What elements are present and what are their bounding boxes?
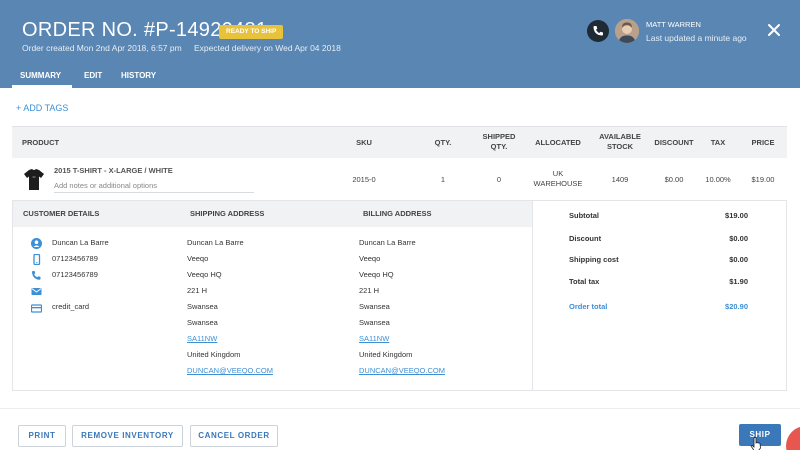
billing-country: United Kingdom [359, 350, 413, 359]
product-allocated: UK WAREHOUSE [530, 169, 586, 189]
customer-mobile: 07123456789 [52, 254, 98, 263]
shipping-address-line1: Veeqo HQ [187, 270, 222, 279]
customer-details-heading: CUSTOMER DETAILS [23, 209, 100, 218]
phone-icon [31, 268, 42, 280]
cancel-order-button[interactable]: CANCEL ORDER [190, 425, 278, 447]
product-name[interactable]: 2015 T-SHIRT - X-LARGE / WHITE [54, 166, 173, 176]
product-shipped-qty: 0 [496, 175, 502, 184]
column-header-qty: QTY. [434, 138, 452, 147]
order-header: ORDER NO. #P-14920481 READY TO SHIP Orde… [0, 0, 800, 88]
customer-payment-method: credit_card [52, 302, 90, 311]
shipping-region: Swansea [187, 318, 218, 327]
shipping-cost-label: Shipping cost [569, 255, 619, 264]
shipping-postcode-link[interactable]: SA11NW [187, 334, 217, 343]
discount-value: $0.00 [729, 234, 748, 243]
billing-company: Veeqo [359, 254, 381, 263]
tab-edit[interactable]: EDIT [84, 71, 102, 80]
column-header-shipped-qty-line1: SHIPPED [482, 132, 516, 141]
column-header-allocated: ALLOCATED [535, 138, 581, 147]
print-button[interactable]: PRINT [18, 425, 66, 447]
billing-address-line1: Veeqo HQ [359, 270, 394, 279]
column-header-sku: SKU [356, 138, 372, 147]
order-details: CUSTOMER DETAILS SHIPPING ADDRESS BILLIN… [12, 201, 787, 391]
user-name: MATT WARREN [646, 20, 701, 29]
shipping-country: United Kingdom [187, 350, 241, 359]
customer-phone: 07123456789 [52, 270, 98, 279]
column-header-price: PRICE [751, 138, 775, 147]
billing-name: Duncan La Barre [359, 238, 416, 247]
footer-actions: PRINT REMOVE INVENTORY CANCEL ORDER SHIP [0, 408, 800, 450]
product-price: $19.00 [751, 175, 775, 184]
shipping-name: Duncan La Barre [187, 238, 244, 247]
column-header-available-line2: STOCK [606, 142, 634, 151]
email-icon [31, 284, 42, 295]
shipping-address-heading: SHIPPING ADDRESS [190, 209, 265, 218]
shipping-city: Swansea [187, 302, 218, 311]
add-tags-link[interactable]: + ADD TAGS [16, 103, 68, 113]
column-header-available-stock: AVAILABLE STOCK [594, 132, 646, 152]
column-header-product: PRODUCT [22, 138, 60, 147]
active-tab-indicator [12, 85, 72, 88]
notes-underline [54, 192, 254, 193]
credit-card-icon [30, 301, 43, 313]
allocated-line1: UK [552, 169, 564, 178]
product-tax: 10.00% [705, 175, 731, 184]
order-total-value: $20.90 [725, 302, 748, 311]
phone-icon[interactable] [587, 20, 609, 42]
billing-address-heading: BILLING ADDRESS [363, 209, 432, 218]
product-notes-input[interactable]: Add notes or additional options [54, 181, 157, 191]
product-table-header: PRODUCT SKU QTY. SHIPPED QTY. ALLOCATED … [12, 126, 787, 158]
details-header: CUSTOMER DETAILS SHIPPING ADDRESS BILLIN… [13, 201, 532, 227]
order-created: Order created Mon 2nd Apr 2018, 6:57 pm [22, 43, 182, 53]
billing-city: Swansea [359, 302, 390, 311]
hand-cursor-icon [750, 437, 762, 450]
column-header-discount: DISCOUNT [654, 138, 694, 147]
billing-postcode-link[interactable]: SA11NW [359, 334, 389, 343]
total-tax-value: $1.90 [729, 277, 748, 286]
total-tax-label: Total tax [569, 277, 600, 286]
tab-bar: SUMMARY EDIT HISTORY [0, 66, 800, 88]
allocated-line2: WAREHOUSE [533, 179, 583, 188]
product-available-stock: 1409 [611, 175, 629, 184]
product-qty: 1 [440, 175, 446, 184]
billing-address-line2: 221 H [359, 286, 380, 295]
tshirt-thumbnail [23, 168, 45, 192]
column-header-shipped-qty-line2: QTY. [490, 142, 508, 151]
shipping-company: Veeqo [187, 254, 209, 263]
tab-summary[interactable]: SUMMARY [20, 71, 61, 80]
mobile-icon [31, 252, 42, 266]
expected-delivery: Expected delivery on Wed Apr 04 2018 [194, 43, 341, 53]
table-row: 2015 T-SHIRT - X-LARGE / WHITE Add notes… [12, 158, 787, 201]
user-icon [31, 236, 42, 249]
close-icon[interactable] [764, 20, 784, 40]
product-sku: 2015-0 [352, 175, 376, 184]
column-header-tax: TAX [710, 138, 726, 147]
shipping-email-link[interactable]: DUNCAN@VEEQO.COM [187, 366, 273, 375]
summary-divider [532, 201, 533, 390]
customer-name: Duncan La Barre [52, 238, 109, 247]
billing-email-link[interactable]: DUNCAN@VEEQO.COM [359, 366, 445, 375]
billing-region: Swansea [359, 318, 390, 327]
discount-label: Discount [569, 234, 602, 243]
column-header-available-line1: AVAILABLE [599, 132, 641, 141]
tab-history[interactable]: HISTORY [121, 71, 156, 80]
subtotal-value: $19.00 [725, 211, 748, 220]
shipping-cost-value: $0.00 [729, 255, 748, 264]
shipping-address-line2: 221 H [187, 286, 208, 295]
column-header-shipped-qty: SHIPPED QTY. [474, 132, 524, 152]
avatar [615, 19, 639, 43]
status-badge: READY TO SHIP [219, 25, 284, 39]
remove-inventory-button[interactable]: REMOVE INVENTORY [72, 425, 183, 447]
order-total-label: Order total [569, 302, 608, 311]
last-updated: Last updated a minute ago [646, 33, 747, 43]
product-discount: $0.00 [664, 175, 684, 184]
subtotal-label: Subtotal [569, 211, 599, 220]
